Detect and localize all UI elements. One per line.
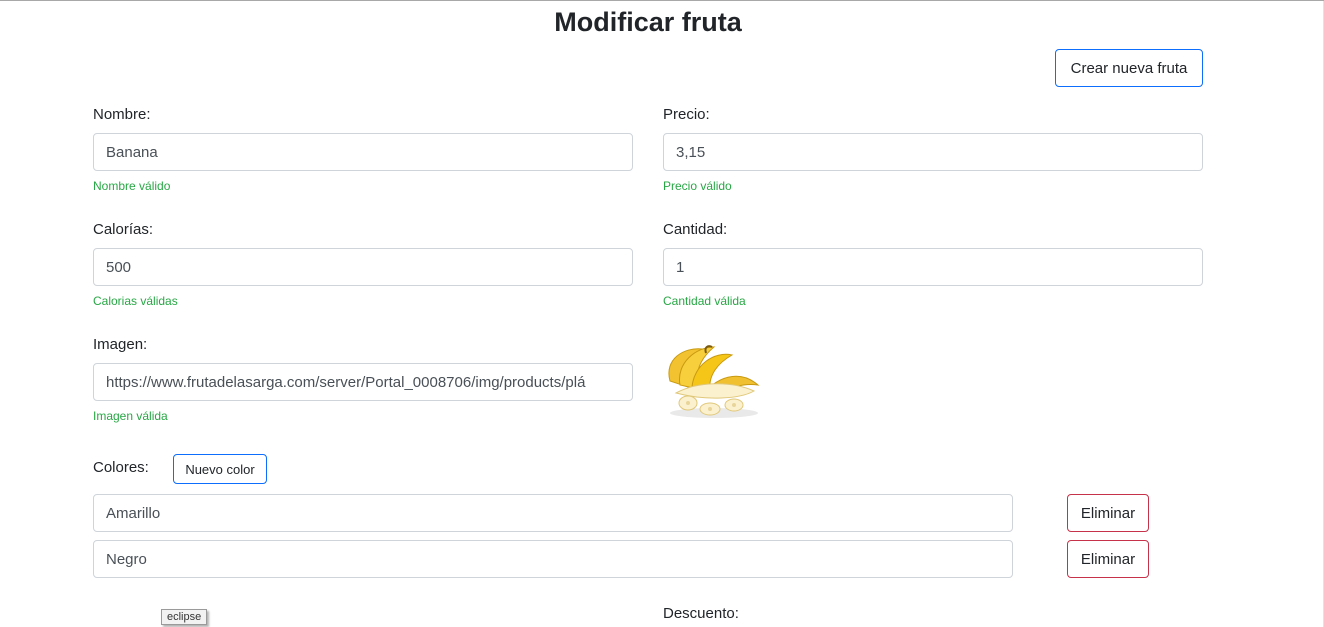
precio-feedback: Precio válido xyxy=(663,179,732,193)
page-title: Modificar fruta xyxy=(554,7,742,37)
cantidad-feedback: Cantidad válida xyxy=(663,294,746,308)
nombre-input[interactable]: Banana xyxy=(93,133,633,171)
color-input-negro[interactable]: Negro xyxy=(93,540,1013,578)
precio-input[interactable]: 3,15 xyxy=(663,133,1203,171)
remove-color-button[interactable]: Eliminar xyxy=(1067,494,1149,532)
nombre-feedback: Nombre válido xyxy=(93,179,171,193)
add-color-button[interactable]: Nuevo color xyxy=(173,454,267,484)
cantidad-input[interactable]: 1 xyxy=(663,248,1203,286)
imagen-input[interactable]: https://www.frutadelasarga.com/server/Po… xyxy=(93,363,633,401)
tooltip: eclipse xyxy=(161,609,208,625)
create-fruit-button[interactable]: Crear nueva fruta xyxy=(1055,49,1203,87)
colores-label: Colores: xyxy=(93,459,149,476)
descuento-label: Descuento: xyxy=(663,605,739,622)
precio-label: Precio: xyxy=(663,106,710,123)
cantidad-label: Cantidad: xyxy=(663,221,728,238)
calorias-label: Calorías: xyxy=(93,221,154,238)
calorias-feedback: Calorias válidas xyxy=(93,294,178,308)
imagen-feedback: Imagen válida xyxy=(93,409,168,423)
color-input-amarillo[interactable]: Amarillo xyxy=(93,494,1013,532)
imagen-label: Imagen: xyxy=(93,336,148,353)
fruit-image xyxy=(668,345,760,418)
calorias-input[interactable]: 500 xyxy=(93,248,633,286)
remove-color-button[interactable]: Eliminar xyxy=(1067,540,1149,578)
nombre-label: Nombre: xyxy=(93,106,151,123)
